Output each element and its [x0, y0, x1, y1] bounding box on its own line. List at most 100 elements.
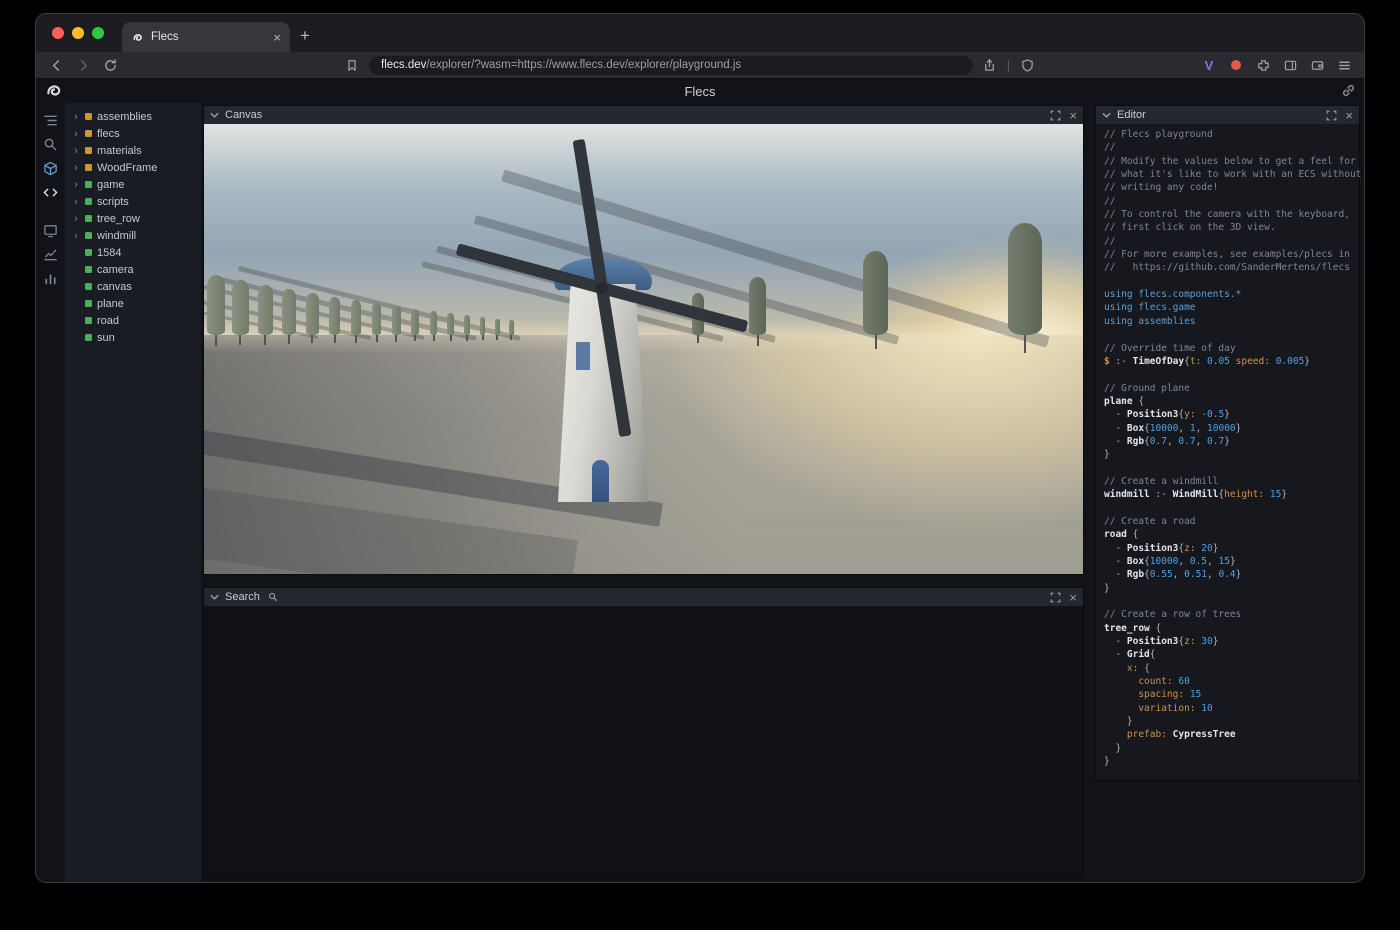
tree-trunk [450, 335, 452, 341]
tree-item-assemblies[interactable]: ›assemblies [65, 108, 201, 125]
code-line: // Create a row of trees [1104, 609, 1355, 622]
window-icon[interactable] [43, 222, 59, 238]
collapse-chevron-icon[interactable] [210, 111, 219, 120]
expand-icon[interactable] [1326, 110, 1337, 121]
minimize-window-button[interactable] [72, 27, 84, 39]
code-line [1104, 276, 1355, 289]
tree-trunk [215, 335, 217, 346]
tree-item-1584[interactable]: 1584 [65, 244, 201, 261]
expand-arrow-icon[interactable]: › [72, 213, 80, 225]
shield-icon[interactable] [1017, 55, 1037, 75]
tree-item-label: road [97, 315, 119, 327]
expand-arrow-icon[interactable]: › [72, 128, 80, 140]
wallet-icon[interactable] [1307, 55, 1327, 75]
forward-button[interactable] [73, 55, 93, 75]
v-extension-icon[interactable]: V [1199, 55, 1219, 75]
tree-trunk [288, 335, 290, 344]
search-results-area[interactable] [204, 606, 1083, 879]
code-line: windmill :- WindMill{height: 15} [1104, 489, 1355, 502]
cube-icon[interactable] [43, 160, 59, 176]
code-line [1104, 463, 1355, 476]
code-line: } [1104, 583, 1355, 596]
tree-item-windmill[interactable]: ›windmill [65, 227, 201, 244]
activity-bar [36, 103, 65, 882]
collapse-chevron-icon[interactable] [1102, 111, 1111, 120]
tree-trunk [875, 335, 877, 349]
editor-panel-title: Editor [1117, 109, 1146, 121]
tree-item-camera[interactable]: camera [65, 261, 201, 278]
tree-item-tree_row[interactable]: › tree_row [65, 210, 201, 227]
side-panel-icon[interactable] [1280, 55, 1300, 75]
tree-trunk [355, 335, 357, 343]
code-line: tree_row { [1104, 623, 1355, 636]
browser-toolbar: flecs.dev/explorer/?wasm=https://www.fle… [36, 52, 1364, 79]
expand-arrow-icon[interactable]: › [72, 162, 80, 174]
tree-item-plane[interactable]: plane [65, 295, 201, 312]
entity-square-icon [85, 198, 92, 205]
code-line: road { [1104, 529, 1355, 542]
tree-item-scripts[interactable]: ›scripts [65, 193, 201, 210]
url-bar[interactable]: flecs.dev/explorer/?wasm=https://www.fle… [369, 56, 973, 75]
code-line [1104, 596, 1355, 609]
close-window-button[interactable] [52, 27, 64, 39]
code-line: // [1104, 196, 1355, 209]
share-icon[interactable] [980, 55, 1000, 75]
cypress-tree [329, 297, 340, 335]
collapse-chevron-icon[interactable] [210, 593, 219, 602]
module-square-icon [85, 113, 92, 120]
tab-close-icon[interactable]: × [273, 30, 281, 45]
reload-button[interactable] [100, 55, 120, 75]
tab-title: Flecs [151, 31, 266, 43]
tree-item-flecs[interactable]: ›flecs [65, 125, 201, 142]
back-button[interactable] [46, 55, 66, 75]
canvas-3d-view[interactable] [204, 124, 1083, 574]
expand-arrow-icon[interactable]: › [72, 179, 80, 191]
red-extension-icon[interactable] [1226, 55, 1246, 75]
editor-code[interactable]: // Flecs playground//// Modify the value… [1096, 124, 1359, 780]
search-icon[interactable] [43, 136, 59, 152]
tree-trunk [376, 335, 378, 342]
code-line: prefab: CypressTree [1104, 729, 1355, 742]
menu-icon[interactable] [1334, 55, 1354, 75]
code-icon[interactable] [43, 184, 59, 200]
expand-icon[interactable] [1050, 110, 1061, 121]
code-line: } [1104, 449, 1355, 462]
zoom-window-button[interactable] [92, 27, 104, 39]
tree-item-materials[interactable]: ›materials [65, 142, 201, 159]
outline-icon[interactable] [43, 112, 59, 128]
code-line: - Grid{ [1104, 649, 1355, 662]
close-icon[interactable]: × [1345, 109, 1353, 122]
expand-arrow-icon[interactable]: › [72, 230, 80, 242]
tree-item-game[interactable]: ›game [65, 176, 201, 193]
cypress-tree [411, 309, 419, 335]
tree-trunk [395, 335, 397, 342]
expand-arrow-icon[interactable]: › [72, 111, 80, 123]
close-icon[interactable]: × [1069, 109, 1077, 122]
tree-trunk [482, 335, 484, 340]
cypress-tree [392, 306, 401, 335]
permalink-icon[interactable] [1341, 83, 1356, 98]
bookmark-sidebar-icon[interactable] [342, 55, 362, 75]
bars-icon[interactable] [43, 270, 59, 286]
tree-item-WoodFrame[interactable]: ›WoodFrame [65, 159, 201, 176]
extensions-puzzle-icon[interactable] [1253, 55, 1273, 75]
tree-item-label: canvas [97, 281, 132, 293]
tree-trunk [264, 335, 266, 345]
close-icon[interactable]: × [1069, 591, 1077, 604]
new-tab-button[interactable]: + [290, 26, 322, 52]
entity-square-icon [85, 300, 92, 307]
browser-tab-flecs[interactable]: Flecs × [122, 22, 290, 52]
expand-arrow-icon[interactable]: › [72, 145, 80, 157]
toolbar-divider: | [1007, 58, 1010, 72]
tree-trunk [311, 335, 313, 343]
tab-strip: Flecs × + [36, 14, 1364, 52]
tree-item-road[interactable]: road [65, 312, 201, 329]
tree-item-label: tree_row [97, 213, 140, 225]
tree-item-canvas[interactable]: canvas [65, 278, 201, 295]
expand-icon[interactable] [1050, 592, 1061, 603]
tree-item-label: 1584 [97, 247, 121, 259]
code-line: - Position3{z: 30} [1104, 636, 1355, 649]
tree-item-sun[interactable]: sun [65, 329, 201, 346]
chart-icon[interactable] [43, 246, 59, 262]
expand-arrow-icon[interactable]: › [72, 196, 80, 208]
